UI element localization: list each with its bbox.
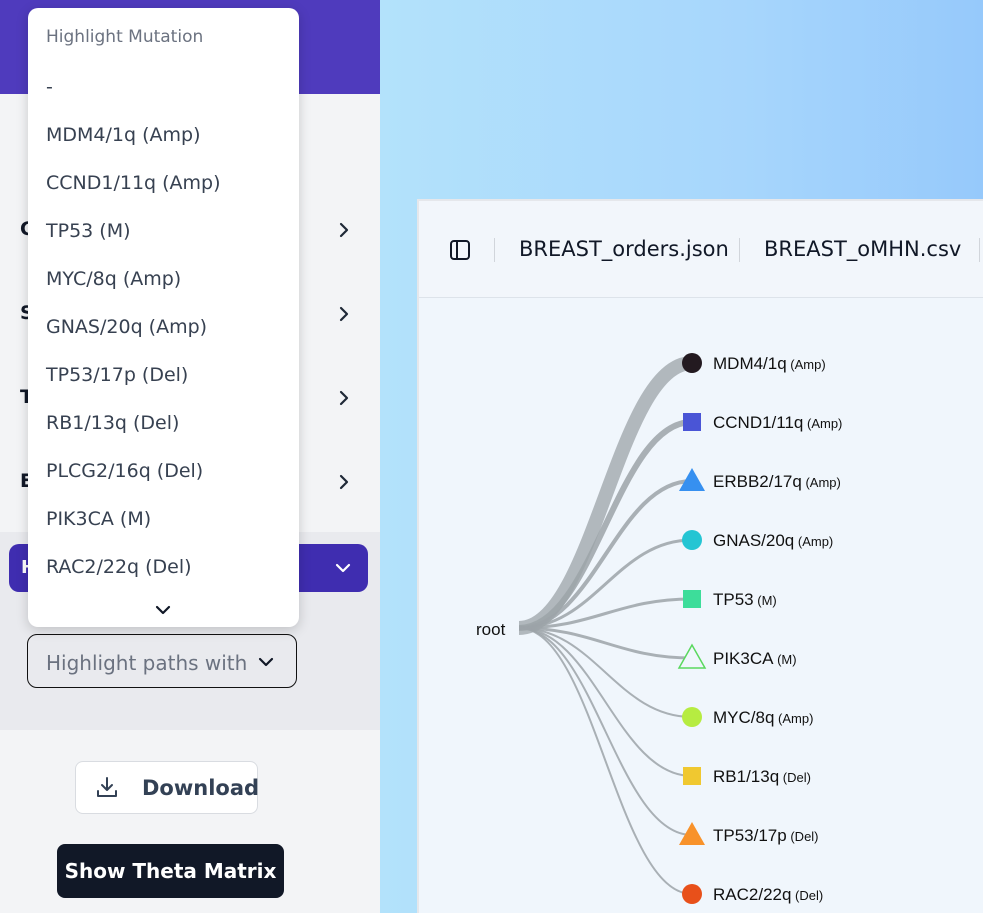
tree-node-marker[interactable] — [682, 707, 702, 727]
tree-node-label: TP53 (M) — [713, 590, 777, 609]
viewer-toolbar: BREAST_orders.json BREAST_oMHN.csv — [419, 201, 983, 298]
dropdown-option[interactable]: RB1/13q (Del) — [46, 412, 179, 434]
show-theta-matrix-label: Show Theta Matrix — [64, 859, 277, 883]
tree-node-label: MYC/8q (Amp) — [713, 708, 813, 727]
tree-node-label: CCND1/11q (Amp) — [713, 413, 842, 432]
chevron-right-icon — [339, 390, 349, 406]
tree-viewer-panel: BREAST_orders.json BREAST_oMHN.csv MDM4/… — [417, 199, 983, 913]
mutation-tree: MDM4/1q (Amp) CCND1/11q (Amp) ERBB2/17q (A… — [476, 353, 842, 904]
tree-node-marker[interactable] — [683, 767, 701, 785]
tree-node-marker[interactable] — [679, 468, 705, 491]
file-tab-omhn[interactable]: BREAST_oMHN.csv — [764, 237, 961, 261]
dropdown-option[interactable]: GNAS/20q (Amp) — [46, 316, 207, 338]
download-icon — [97, 777, 117, 797]
highlight-paths-placeholder: Highlight paths with — [46, 651, 248, 675]
tree-node-label: TP53/17p (Del) — [713, 826, 819, 845]
dropdown-option[interactable]: MDM4/1q (Amp) — [46, 124, 201, 146]
highlight-mutation-dropdown: Highlight Mutation - MDM4/1q (Amp) CCND1… — [28, 8, 299, 627]
tree-node-marker[interactable] — [683, 590, 701, 608]
tree-edge — [518, 627, 693, 836]
tree-node-label: RB1/13q (Del) — [713, 767, 811, 786]
dropdown-option[interactable]: - — [46, 76, 53, 98]
dropdown-option[interactable]: RAC2/22q (Del) — [46, 556, 192, 578]
tree-edge — [518, 627, 693, 895]
dropdown-option[interactable]: PIK3CA (M) — [46, 508, 151, 530]
chevron-right-icon — [339, 222, 349, 238]
tree-node-label: ERBB2/17q (Amp) — [713, 472, 841, 491]
dropdown-option[interactable]: PLCG2/16q (Del) — [46, 460, 203, 482]
tree-edge — [518, 627, 693, 777]
tree-node-marker[interactable] — [683, 413, 701, 431]
file-tab-orders[interactable]: BREAST_orders.json — [519, 237, 729, 261]
tree-edge — [518, 356, 693, 635]
panel-toggle-icon[interactable] — [449, 239, 471, 261]
tree-node-label: MDM4/1q (Amp) — [713, 354, 826, 373]
tree-node-marker[interactable] — [682, 353, 702, 373]
download-button[interactable]: Download — [75, 761, 260, 814]
tree-node-label: RAC2/22q (Del) — [713, 885, 823, 904]
dropdown-option[interactable]: TP53 (M) — [46, 220, 131, 242]
tree-edge — [518, 419, 693, 631]
show-theta-matrix-button[interactable]: Show Theta Matrix — [57, 844, 284, 898]
toolbar-divider — [739, 238, 740, 262]
dropdown-option[interactable]: CCND1/11q (Amp) — [46, 172, 221, 194]
chevron-right-icon — [339, 474, 349, 490]
root-label: root — [476, 620, 506, 639]
chevron-down-icon — [335, 563, 351, 573]
dropdown-header: Highlight Mutation — [46, 27, 204, 47]
dropdown-option[interactable]: TP53/17p (Del) — [46, 364, 188, 386]
dropdown-option[interactable]: MYC/8q (Amp) — [46, 268, 181, 290]
toolbar-divider — [494, 238, 495, 262]
scroll-down-chevron-icon[interactable] — [153, 600, 173, 620]
tree-node-marker[interactable] — [682, 884, 702, 904]
chevron-down-icon — [258, 657, 274, 667]
tree-node-label: GNAS/20q (Amp) — [713, 531, 833, 550]
chevron-right-icon — [339, 306, 349, 322]
tree-node-label: PIK3CA (M) — [713, 649, 797, 668]
tree-node-marker[interactable] — [682, 530, 702, 550]
highlight-paths-select[interactable]: Highlight paths with — [27, 634, 297, 688]
download-label: Download — [142, 776, 260, 800]
toolbar-divider — [979, 238, 980, 262]
